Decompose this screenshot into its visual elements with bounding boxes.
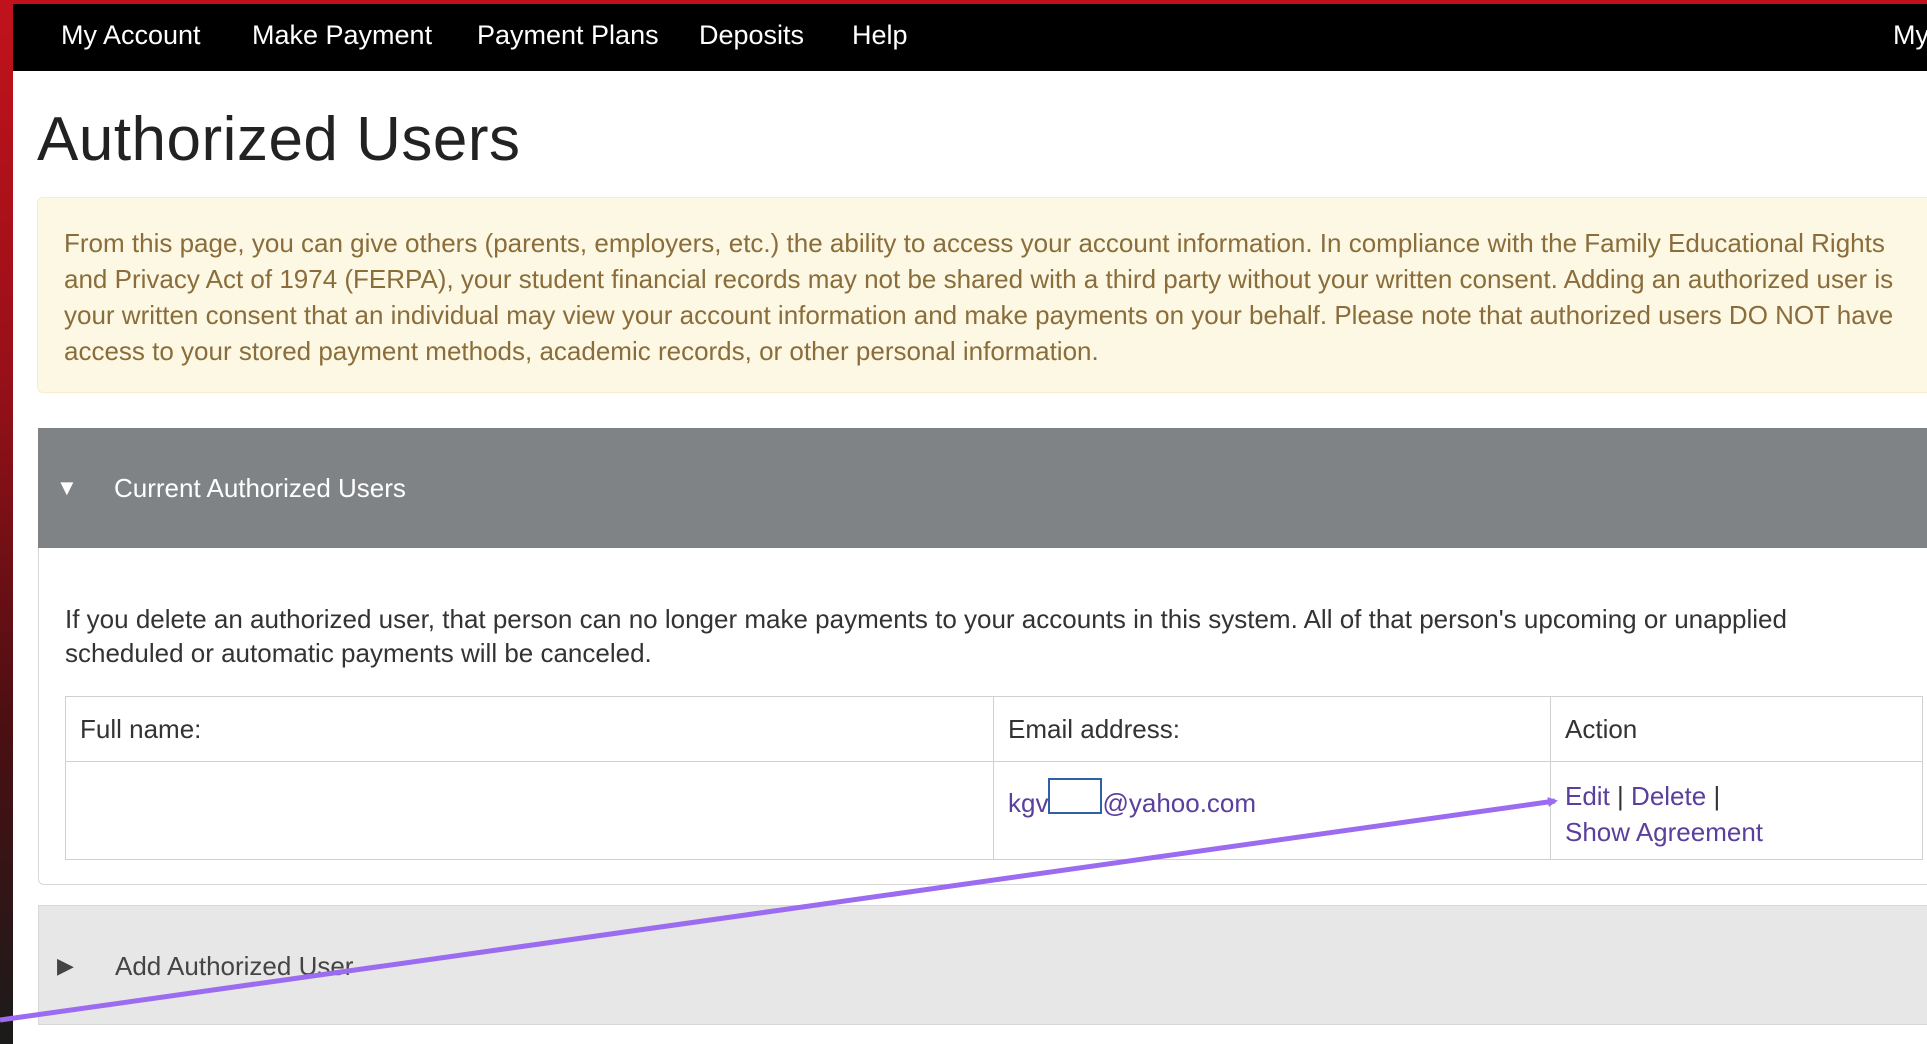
ferpa-info-alert: From this page, you can give others (par… [37,197,1927,393]
table-row: kgv @yahoo.com Edit | Delete | Show Agree… [65,761,1923,860]
authorized-users-table: Full name: Email address: Action kgv @yah… [65,696,1923,860]
nav-payment-plans[interactable]: Payment Plans [477,4,659,71]
ferpa-info-text: From this page, you can give others (par… [64,228,1894,366]
left-edge-decoration [0,0,13,1044]
nav-deposits[interactable]: Deposits [699,4,804,71]
email-suffix: @yahoo.com [1102,788,1257,818]
edit-link[interactable]: Edit [1565,781,1610,811]
nav-my-account[interactable]: My Account [61,4,201,71]
add-authorized-user-header[interactable]: ▶ Add Authorized User [38,905,1927,1025]
full-name-cell [65,761,994,860]
column-header-email: Email address: [993,696,1551,762]
add-authorized-user-title: Add Authorized User [115,951,354,981]
email-link[interactable]: kgv @yahoo.com [1008,778,1257,818]
collapse-triangle-icon: ▼ [56,475,78,500]
expand-triangle-icon: ▶ [57,953,74,978]
delete-warning-text: If you delete an authorized user, that p… [65,604,1787,668]
page-title: Authorized Users [37,105,521,174]
column-header-action: Action [1550,696,1923,762]
top-navbar: My Account Make Payment Payment Plans De… [13,4,1927,71]
column-header-full-name: Full name: [65,696,994,762]
show-agreement-link[interactable]: Show Agreement [1565,817,1763,847]
nav-my-profile[interactable]: My [1893,4,1927,71]
action-cell: Edit | Delete | Show Agreement [1550,761,1923,860]
redaction-box [1048,778,1103,814]
email-cell: kgv @yahoo.com [993,761,1551,860]
current-authorized-users-title: Current Authorized Users [114,473,406,503]
action-separator: | [1617,781,1624,811]
nav-make-payment[interactable]: Make Payment [252,4,432,71]
current-authorized-users-body: If you delete an authorized user, that p… [38,548,1927,885]
current-authorized-users-header[interactable]: ▼ Current Authorized Users [38,428,1927,548]
nav-help[interactable]: Help [852,4,908,71]
email-prefix: kgv [1008,788,1049,818]
action-separator: | [1713,781,1721,811]
delete-link[interactable]: Delete [1631,781,1706,811]
table-header-row: Full name: Email address: Action [65,696,1923,762]
